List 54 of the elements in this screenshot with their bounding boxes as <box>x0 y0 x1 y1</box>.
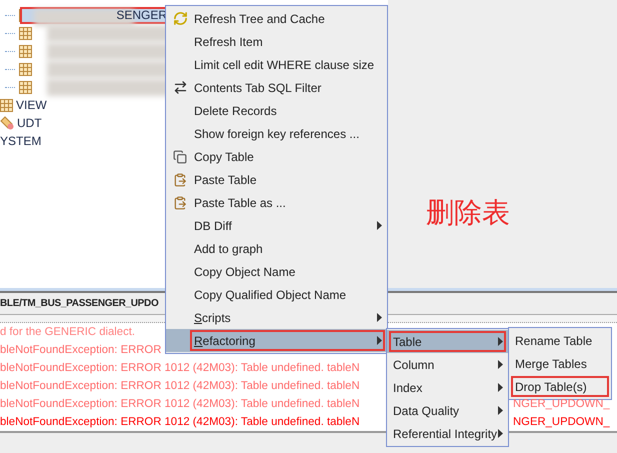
menu-item[interactable]: Paste Table <box>166 168 387 191</box>
table-icon <box>19 80 32 94</box>
submenu-arrow-icon <box>498 360 503 369</box>
menu-item[interactable]: Delete Records <box>166 99 387 122</box>
submenu-arrow-icon <box>498 406 503 415</box>
menu-item[interactable]: Limit cell edit WHERE clause size <box>166 53 387 76</box>
menu-item[interactable]: Refresh Item <box>166 30 387 53</box>
submenu-arrow-icon <box>498 429 503 438</box>
menu-item[interactable]: DB Diff <box>166 214 387 237</box>
log-line: bleNotFoundException: ERROR 1012 (42M03): Table undefined. tableN <box>0 416 360 428</box>
refresh-icon <box>172 11 188 26</box>
menu-item[interactable]: Drop Table(s) <box>509 375 611 398</box>
menu-item[interactable]: Copy Qualified Object Name <box>166 283 387 306</box>
table-icon <box>19 62 32 76</box>
copy-icon <box>173 150 187 164</box>
submenu-arrow-icon <box>377 336 382 345</box>
submenu-arrow-icon <box>498 383 503 392</box>
menu-item[interactable]: Data Quality <box>387 399 508 422</box>
menu-item[interactable]: Show foreign key references ... <box>166 122 387 145</box>
log-line: bleNotFoundException: ERROR 1012 (42M03): Table undefined. tableN <box>0 380 360 392</box>
menu-item[interactable]: Contents Tab SQL Filter <box>166 76 387 99</box>
submenu-arrow-icon <box>498 337 503 346</box>
path-label: BLE/TM_BUS_PASSENGER_UPDO <box>0 297 158 311</box>
clipboard-icon <box>173 172 187 186</box>
clipboard-icon <box>173 196 187 210</box>
pencil-icon <box>0 116 14 130</box>
menu-item[interactable]: Rename Table <box>509 329 611 352</box>
log-line: bleNotFoundException: ERROR <box>0 344 162 356</box>
menu-item[interactable]: Referential Integrity <box>387 422 508 445</box>
menu-item[interactable]: Scripts <box>166 306 387 329</box>
menu-item[interactable]: Index <box>387 376 508 399</box>
arrows-icon <box>172 80 188 95</box>
log-line: NGER_UPDOWN_ <box>513 416 610 428</box>
log-line: bleNotFoundException: ERROR 1012 (42M03): Table undefined. tableN <box>0 362 360 374</box>
menu-item[interactable]: Copy Object Name <box>166 260 387 283</box>
tree-item[interactable]: YSTEM <box>0 132 42 150</box>
submenu-arrow-icon <box>377 221 382 230</box>
table-icon <box>19 44 32 58</box>
log-line: NGER_UPDOWN_ <box>513 398 610 410</box>
menu-item[interactable]: Paste Table as ... <box>166 191 387 214</box>
submenu-arrow-icon <box>377 313 382 322</box>
menu-item[interactable]: Column <box>387 353 508 376</box>
menu-item[interactable]: Refactoring <box>166 329 387 352</box>
table-icon <box>19 26 32 40</box>
menu-item[interactable]: Add to graph <box>166 237 387 260</box>
log-line: d for the GENERIC dialect. <box>0 326 135 338</box>
menu-item[interactable]: Copy Table <box>166 145 387 168</box>
tree-item[interactable]: UDT <box>17 114 42 132</box>
tree-item[interactable]: VIEW <box>16 96 47 114</box>
menu-item[interactable]: Merge Tables <box>509 352 611 375</box>
table-icon <box>0 98 13 112</box>
menu-item[interactable]: Table <box>387 330 508 353</box>
annotation-text: 删除表 <box>426 195 510 231</box>
log-line: bleNotFoundException: ERROR 1012 (42M03): Table undefined. tableN <box>0 398 360 410</box>
